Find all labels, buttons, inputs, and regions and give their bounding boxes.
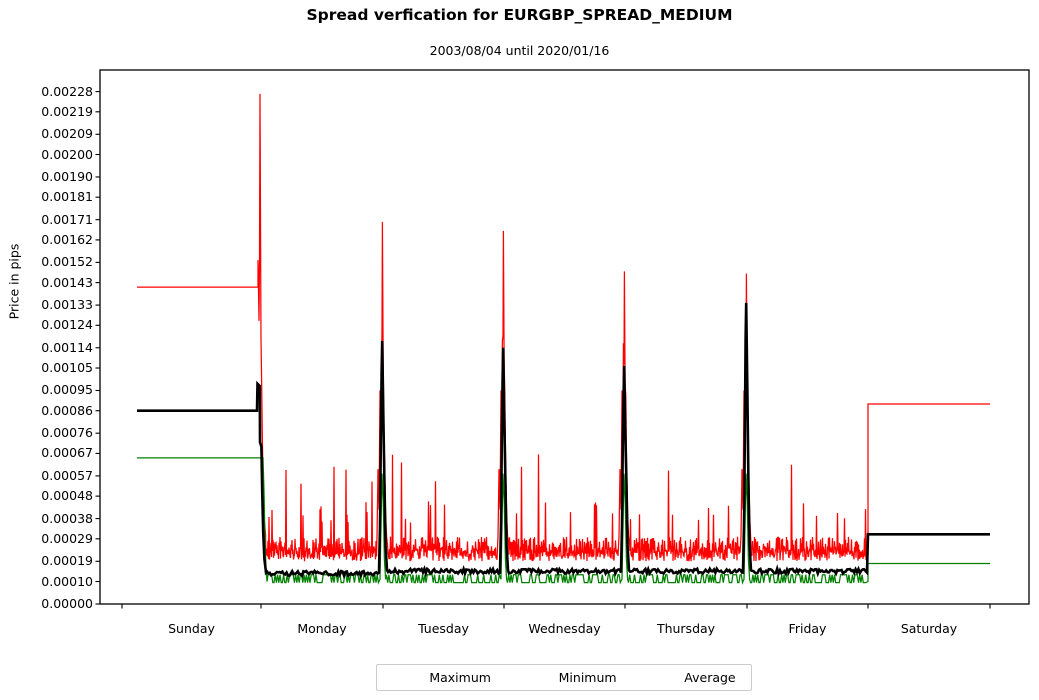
legend-label-minimum: Minimum — [558, 670, 617, 685]
legend-label-maximum: Maximum — [429, 670, 491, 685]
plot-frame — [99, 69, 1030, 605]
legend-entry-minimum[interactable]: Minimum — [522, 670, 617, 685]
legend-entry-maximum[interactable]: Maximum — [392, 670, 491, 685]
legend-entry-average[interactable]: Average — [647, 670, 735, 685]
legend-label-average: Average — [684, 670, 736, 685]
chart-legend: Maximum Minimum Average — [376, 664, 752, 691]
series-line-maximum — [137, 93, 990, 562]
chart-figure: Spread verfication for EURGBP_SPREAD_MED… — [0, 0, 1039, 700]
plot-canvas — [95, 69, 1030, 609]
